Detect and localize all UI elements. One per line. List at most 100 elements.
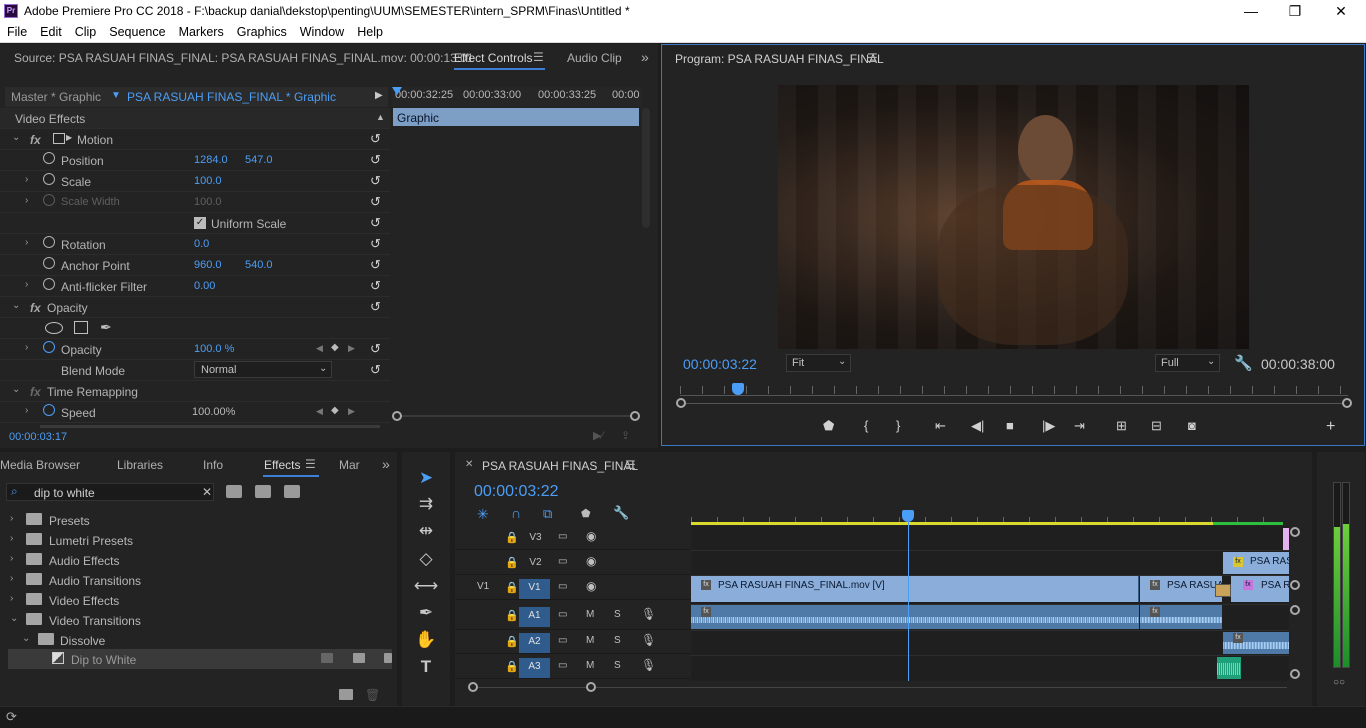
menu-clip[interactable]: Clip (68, 23, 103, 39)
reset-icon[interactable]: ↺ (370, 257, 381, 273)
step-forward-icon[interactable]: |▶ (1042, 418, 1055, 434)
blend-mode-select[interactable]: Normal ⌄ (194, 361, 332, 378)
lock-icon[interactable]: 🔒 (505, 635, 519, 648)
delete-icon[interactable]: 🗑 (365, 688, 380, 702)
chevron-right-icon[interactable]: › (25, 279, 28, 290)
program-video-frame[interactable] (778, 85, 1249, 349)
reset-icon[interactable]: ↺ (370, 341, 381, 357)
graphic-clip-bar[interactable]: Graphic (393, 108, 639, 126)
add-keyframe-icon[interactable]: ◆ (331, 342, 339, 353)
minimize-button[interactable]: — (1228, 0, 1274, 23)
menu-markers[interactable]: Markers (172, 23, 230, 39)
transition-marker-icon[interactable] (1215, 584, 1231, 597)
tree-item-audio-transitions[interactable]: › Audio Transitions (6, 570, 392, 590)
zoom-handle[interactable] (468, 682, 478, 692)
reset-icon[interactable]: ↺ (370, 236, 381, 252)
v-zoom-handle[interactable] (1290, 527, 1300, 537)
track-name[interactable]: V2 (520, 554, 551, 574)
camera-icon[interactable]: ◙ (1188, 418, 1196, 433)
track-name[interactable]: V3 (520, 529, 551, 549)
timeline-ruler[interactable] (691, 507, 1289, 525)
ripple-edit-tool-icon[interactable]: ⇹ (412, 521, 440, 547)
v-zoom-handle[interactable] (1290, 605, 1300, 615)
tab-markers[interactable]: Mar (339, 458, 360, 472)
track-area[interactable]: fx PSA RAS fx PSA RASUAH FINAS_FINAL.mov… (691, 522, 1289, 681)
slip-tool-icon[interactable]: ⟷ (412, 576, 440, 602)
menu-window[interactable]: Window (293, 23, 350, 39)
go-to-out-icon[interactable]: ⇥ (1074, 418, 1085, 434)
add-keyframe-icon[interactable]: ◆ (331, 405, 339, 416)
stopwatch-icon[interactable] (43, 173, 55, 185)
ec-h-scroll[interactable] (40, 425, 380, 428)
lift-icon[interactable]: ⊞ (1116, 418, 1127, 434)
next-keyframe-icon[interactable]: ▶ (348, 343, 355, 354)
solo-meter-buttons[interactable]: ○○ (1333, 677, 1345, 688)
sync-lock-icon[interactable]: ▭ (558, 660, 567, 671)
track-name[interactable]: A1 (519, 607, 550, 627)
add-marker-icon[interactable]: ⬟ (581, 507, 591, 520)
panel-menu-icon[interactable]: ☰ (625, 458, 636, 472)
tree-item-video-transitions[interactable]: ⌄ Video Transitions (6, 610, 392, 630)
reset-icon[interactable]: ↺ (370, 362, 381, 378)
a1-audio-clip[interactable]: fx (691, 605, 1139, 629)
panel-menu-icon[interactable]: ☰ (867, 51, 878, 65)
chevron-down-icon[interactable]: ⌄ (12, 132, 20, 143)
razor-tool-icon[interactable]: ◇ (412, 549, 440, 575)
ec-zoom-bar[interactable] (392, 411, 640, 421)
menu-sequence[interactable]: Sequence (102, 23, 171, 39)
v-zoom-handle[interactable] (1290, 669, 1300, 679)
stopwatch-icon[interactable] (43, 152, 55, 164)
source-patch-v1[interactable]: V1 (477, 581, 489, 592)
32bit-effects-icon[interactable] (255, 485, 271, 498)
add-button-icon[interactable]: + (1326, 418, 1335, 436)
v-zoom-handle[interactable] (1290, 580, 1300, 590)
tab-effects[interactable]: Effects (264, 458, 300, 472)
rotation-value[interactable]: 0.0 (194, 238, 209, 250)
accelerated-effects-icon[interactable] (226, 485, 242, 498)
tab-effect-controls[interactable]: Effect Controls (454, 51, 532, 65)
clear-search-icon[interactable]: ✕ (202, 485, 212, 499)
tree-item-video-effects[interactable]: › Video Effects (6, 590, 392, 610)
master-clip-label[interactable]: Master * Graphic (11, 90, 101, 104)
nest-icon[interactable]: ✳ (477, 506, 489, 523)
menu-file[interactable]: File (0, 23, 33, 39)
reset-icon[interactable]: ↺ (370, 299, 381, 315)
tab-libraries[interactable]: Libraries (117, 458, 163, 472)
microphone-icon[interactable]: 🎙 (641, 607, 656, 621)
panel-menu-icon[interactable]: ☰ (533, 50, 544, 64)
extract-icon[interactable]: ⊟ (1151, 418, 1162, 434)
lock-icon[interactable]: 🔒 (505, 609, 519, 622)
quality-select[interactable]: Full ⌄ (1155, 354, 1220, 372)
play-audio-icon[interactable]: ▶⁄ (593, 429, 603, 442)
sync-lock-icon[interactable]: ▭ (558, 531, 567, 542)
lock-icon[interactable]: 🔒 (505, 581, 519, 594)
reset-icon[interactable]: ↺ (370, 215, 381, 231)
anchor-x-value[interactable]: 960.0 (194, 259, 222, 271)
collapse-icon[interactable]: ▲ (376, 112, 385, 122)
chevron-right-icon[interactable]: › (25, 195, 28, 206)
zoom-handle[interactable] (1342, 398, 1352, 408)
stopwatch-icon[interactable] (43, 404, 55, 416)
v1-main-clip[interactable]: fx PSA RASUAH FINAS_FINAL.mov [V] (691, 576, 1139, 602)
v1-third-clip[interactable]: fx PSA RA (1231, 576, 1289, 602)
add-marker-icon[interactable]: ⬟ (823, 418, 834, 434)
v1-second-clip[interactable]: fx PSA RASUA (1140, 576, 1222, 602)
uniform-scale-checkbox[interactable]: ✓ (194, 217, 206, 229)
mute-button[interactable]: M (586, 609, 594, 620)
chevron-right-icon[interactable]: › (25, 342, 28, 353)
zoom-handle[interactable] (392, 411, 402, 421)
stopwatch-icon[interactable] (43, 278, 55, 290)
sync-lock-icon[interactable]: ▭ (558, 556, 567, 567)
prev-keyframe-icon[interactable]: ◀ (316, 343, 323, 354)
solo-button[interactable]: S (614, 609, 621, 620)
chevron-right-icon[interactable]: › (25, 237, 28, 248)
wrench-icon[interactable]: 🔧 (613, 505, 629, 521)
wrench-icon[interactable]: 🔧 (1234, 354, 1253, 372)
reset-icon[interactable]: ↺ (370, 173, 381, 189)
position-y-value[interactable]: 547.0 (245, 154, 273, 166)
clip-label[interactable]: PSA RASUAH FINAS_FINAL * Graphic (127, 90, 336, 104)
timeline-playhead-icon[interactable] (902, 510, 914, 522)
mark-out-icon[interactable]: } (896, 418, 900, 433)
maximize-button[interactable]: ❐ (1272, 0, 1318, 23)
scale-value[interactable]: 100.0 (194, 175, 222, 187)
